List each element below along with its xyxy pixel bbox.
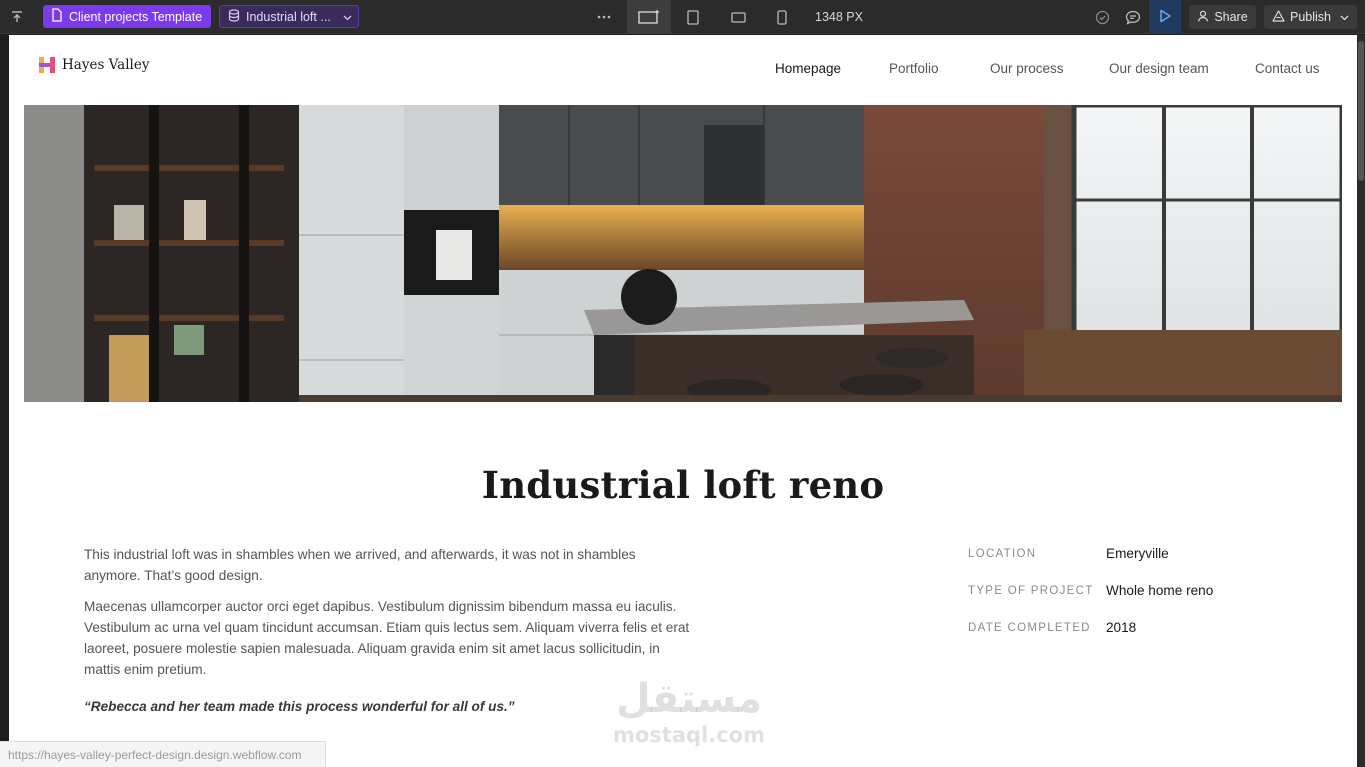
breakpoint-desktop-icon[interactable] <box>627 0 671 34</box>
cms-item-selector[interactable]: Industrial loft ... <box>219 5 359 28</box>
meta-value-project-type: Whole home reno <box>1106 583 1214 598</box>
rocket-icon <box>1272 9 1285 25</box>
breakpoint-tablet-icon[interactable] <box>680 0 706 34</box>
share-button[interactable]: Share <box>1189 5 1256 29</box>
brand-name: Hayes Valley <box>62 57 150 73</box>
page-icon <box>51 8 63 25</box>
canvas-width-readout: 1348 PX <box>815 10 863 24</box>
project-description: This industrial loft was in shambles whe… <box>84 544 694 690</box>
description-paragraph: Maecenas ullamcorper auctor orci eget da… <box>84 599 690 677</box>
database-icon <box>228 8 240 25</box>
status-bar-url: https://hayes-valley-perfect-design.desi… <box>0 741 326 767</box>
meta-value-location: Emeryville <box>1106 546 1169 561</box>
share-label: Share <box>1214 10 1248 24</box>
more-options-icon[interactable] <box>590 0 618 34</box>
canvas-scrollbar[interactable] <box>1357 35 1365 767</box>
cms-item-label: Industrial loft ... <box>246 9 331 24</box>
scrollbar-thumb[interactable] <box>1358 41 1364 181</box>
watermark-arabic: مستقل <box>615 676 763 722</box>
chevron-down-icon <box>1340 10 1349 24</box>
nav-contact-us[interactable]: Contact us <box>1255 61 1320 76</box>
template-label: Client projects Template <box>69 9 203 24</box>
preview-button[interactable] <box>1149 0 1181 34</box>
nav-our-design-team[interactable]: Our design team <box>1109 61 1209 76</box>
description-paragraph: This industrial loft was in shambles whe… <box>84 547 636 583</box>
watermark-latin: mostaql.com <box>613 723 765 747</box>
nav-our-process[interactable]: Our process <box>990 61 1064 76</box>
user-icon <box>1197 10 1209 25</box>
meta-label-date-completed: DATE COMPLETED <box>968 622 1091 634</box>
chevron-down-icon <box>343 10 352 24</box>
editor-toolbar: Client projects Template Industrial loft… <box>0 0 1365 34</box>
watermark-logo: مستقل mostaql.com <box>599 675 779 747</box>
nav-portfolio[interactable]: Portfolio <box>889 61 939 76</box>
site-logo[interactable]: Hayes Valley <box>38 56 149 74</box>
collapse-icon[interactable] <box>0 0 34 34</box>
comment-icon[interactable] <box>1121 0 1145 34</box>
publish-label: Publish <box>1290 10 1331 24</box>
logo-mark-icon <box>39 57 55 73</box>
publish-button[interactable]: Publish <box>1264 5 1357 29</box>
meta-value-date-completed: 2018 <box>1106 620 1137 635</box>
hero-image <box>24 105 1342 402</box>
play-icon <box>1159 9 1171 26</box>
meta-label-project-type: TYPE OF PROJECT <box>968 585 1094 597</box>
project-title: Industrial loft reno <box>481 463 885 507</box>
breakpoint-mobile-icon[interactable] <box>770 0 794 34</box>
design-canvas: Hayes Valley Homepage Portfolio Our proc… <box>9 35 1357 767</box>
check-circle-icon[interactable] <box>1090 0 1114 34</box>
kitchen-illustration <box>24 105 1342 402</box>
nav-homepage[interactable]: Homepage <box>775 61 841 76</box>
template-button[interactable]: Client projects Template <box>43 5 211 28</box>
breakpoint-landscape-icon[interactable] <box>724 0 752 34</box>
meta-label-location: LOCATION <box>968 548 1037 560</box>
